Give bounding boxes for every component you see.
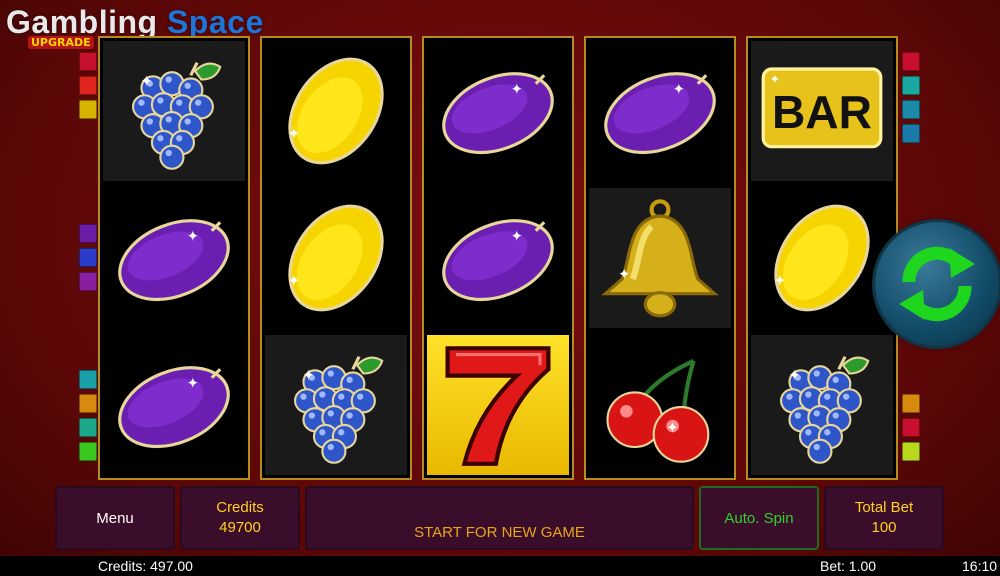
- reel-symbol: ✦: [589, 335, 731, 475]
- total-bet-button[interactable]: Total Bet 100: [824, 486, 944, 550]
- menu-label: Menu: [96, 509, 134, 527]
- status-bar: Credits: 497.00 Bet: 1.00 16:10: [0, 556, 1000, 576]
- svg-text:✦: ✦: [187, 375, 199, 392]
- payline-indicator: [902, 394, 920, 413]
- credits-value: 49700: [219, 519, 261, 536]
- reel-symbol: ✦: [103, 41, 245, 181]
- payline-indicator: [79, 394, 97, 413]
- svg-text:✦: ✦: [673, 81, 685, 98]
- seven-icon: [445, 346, 551, 466]
- status-time: 16:10: [962, 558, 998, 574]
- reel-4: ✦ ✦ ✦: [584, 36, 736, 480]
- plum-icon: ✦: [604, 72, 716, 155]
- svg-text:✦: ✦: [618, 266, 630, 283]
- svg-text:✦: ✦: [288, 272, 300, 289]
- spin-button[interactable]: [875, 222, 999, 346]
- total-bet-value: 100: [871, 519, 897, 536]
- reel-symbol: ✦: [265, 41, 407, 181]
- control-panel: Menu Credits 49700 START FOR NEW GAME Au…: [0, 484, 1000, 554]
- bar-symbol-text: BAR: [772, 86, 872, 138]
- bell-icon: ✦: [601, 199, 719, 318]
- reel-symbol: ✦: [589, 188, 731, 328]
- reel-symbol: [427, 335, 569, 475]
- grapes-icon: ✦: [132, 61, 222, 170]
- credits-label: Credits: [216, 499, 264, 516]
- reel-symbol: ✦: [427, 188, 569, 328]
- payline-indicator: [79, 248, 97, 267]
- plum-icon: ✦: [442, 219, 554, 302]
- payline-indicator: [79, 272, 97, 291]
- svg-text:✦: ✦: [774, 272, 786, 289]
- payline-indicator: [79, 442, 97, 461]
- payline-indicator: [79, 52, 97, 71]
- bar-icon: BAR ✦: [761, 67, 883, 149]
- payline-indicator: [902, 52, 920, 71]
- total-bet-label: Total Bet: [854, 499, 914, 516]
- svg-text:✦: ✦: [666, 419, 678, 436]
- grapes-icon: ✦: [294, 355, 384, 464]
- lemon-icon: ✦: [288, 204, 384, 312]
- lemon-icon: ✦: [774, 204, 870, 312]
- svg-text:✦: ✦: [288, 125, 300, 142]
- svg-text:✦: ✦: [140, 73, 152, 90]
- message-area[interactable]: START FOR NEW GAME: [305, 486, 694, 550]
- payline-indicator: [79, 100, 97, 119]
- payline-indicator: [902, 76, 920, 95]
- reel-symbol: ✦: [103, 188, 245, 328]
- reel-3: ✦ ✦: [422, 36, 574, 480]
- reel-1: ✦ ✦ ✦: [98, 36, 250, 480]
- svg-text:✦: ✦: [511, 228, 523, 245]
- svg-text:✦: ✦: [302, 367, 314, 384]
- game-stage: Gambling Space UPGRADE ✦ ✦ ✦ ✦ ✦ ✦ ✦ ✦ ✦…: [0, 0, 1000, 576]
- payline-indicator: [79, 76, 97, 95]
- payline-indicator: [79, 224, 97, 243]
- reel-symbol: ✦: [103, 335, 245, 475]
- upgrade-badge: UPGRADE: [28, 36, 94, 49]
- reels-area: ✦ ✦ ✦ ✦ ✦ ✦ ✦ ✦ ✦ ✦ ✦ BAR ✦ ✦ ✦: [98, 36, 902, 480]
- payline-indicator: [902, 100, 920, 119]
- payline-indicator: [79, 370, 97, 389]
- status-bet: Bet: 1.00: [820, 558, 877, 574]
- reel-symbol: ✦: [265, 188, 407, 328]
- reel-symbol: ✦: [265, 335, 407, 475]
- payline-indicator: [902, 418, 920, 437]
- reel-symbol: ✦: [751, 335, 893, 475]
- credits-display: Credits 49700: [180, 486, 300, 550]
- cherry-icon: ✦: [606, 358, 710, 463]
- reel-symbol: ✦: [751, 188, 893, 328]
- reel-symbol: ✦: [427, 41, 569, 181]
- svg-text:✦: ✦: [511, 81, 523, 98]
- reel-5: BAR ✦ ✦ ✦: [746, 36, 898, 480]
- start-message: START FOR NEW GAME: [414, 523, 585, 541]
- logo-word-2: Space: [166, 4, 264, 40]
- plum-icon: ✦: [118, 366, 230, 449]
- svg-text:✦: ✦: [788, 367, 800, 384]
- plum-icon: ✦: [118, 219, 230, 302]
- status-credits: Credits: 497.00: [98, 558, 193, 574]
- reel-2: ✦ ✦ ✦: [260, 36, 412, 480]
- auto-spin-label: Auto. Spin: [724, 509, 794, 527]
- svg-text:✦: ✦: [187, 228, 199, 245]
- reel-symbol: ✦: [589, 41, 731, 181]
- spin-arrows-icon: [899, 246, 975, 322]
- lemon-icon: ✦: [288, 57, 384, 165]
- logo-word-1: Gambling: [6, 4, 158, 40]
- menu-button[interactable]: Menu: [55, 486, 175, 550]
- payline-indicator: [902, 442, 920, 461]
- auto-spin-button[interactable]: Auto. Spin: [699, 486, 819, 550]
- payline-indicator: [79, 418, 97, 437]
- reel-symbol: BAR ✦: [751, 41, 893, 181]
- plum-icon: ✦: [442, 72, 554, 155]
- payline-indicator: [902, 124, 920, 143]
- svg-text:✦: ✦: [770, 72, 781, 87]
- grapes-icon: ✦: [780, 355, 870, 464]
